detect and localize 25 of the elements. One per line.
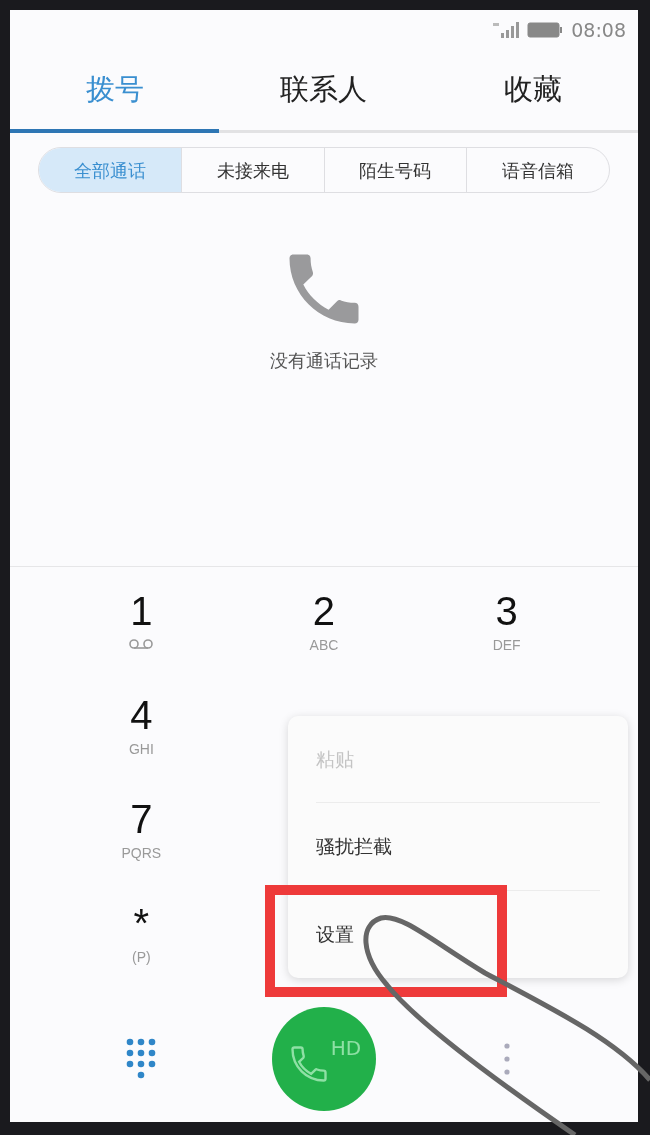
clock: 08:08	[571, 17, 626, 43]
menu-item[interactable]: 骚扰拦截	[316, 832, 392, 861]
dialpad-icon[interactable]	[126, 1038, 157, 1080]
battery-icon	[527, 22, 564, 38]
key-digit[interactable]: 7	[130, 795, 153, 843]
menu-item[interactable]: 设置	[316, 920, 354, 949]
key-digit[interactable]: 2	[312, 587, 336, 635]
key-digit[interactable]: 4	[130, 691, 153, 739]
filter-tab[interactable]: 未接来电	[180, 148, 324, 192]
filter-tab[interactable]: 语音信箱	[466, 148, 609, 192]
signal-icon	[493, 21, 520, 39]
empty-message: 没有通话记录	[270, 349, 378, 373]
key-letters: GHI	[128, 740, 154, 759]
key-digit[interactable]: 1	[130, 587, 153, 635]
key-digit[interactable]: 3	[495, 587, 518, 635]
key-digit[interactable]: *	[133, 899, 150, 947]
filter-tab[interactable]: 陌生号码	[323, 148, 467, 192]
tab[interactable]: 联系人	[219, 50, 429, 133]
voicemail-icon	[128, 639, 155, 651]
key-letters: (P)	[132, 948, 151, 967]
key-letters: PQRS	[121, 844, 162, 863]
tab[interactable]: 收藏	[428, 50, 638, 133]
key-letters: DEF	[492, 636, 521, 655]
key-letters: ABC	[309, 636, 339, 655]
more-icon[interactable]	[502, 1042, 511, 1076]
